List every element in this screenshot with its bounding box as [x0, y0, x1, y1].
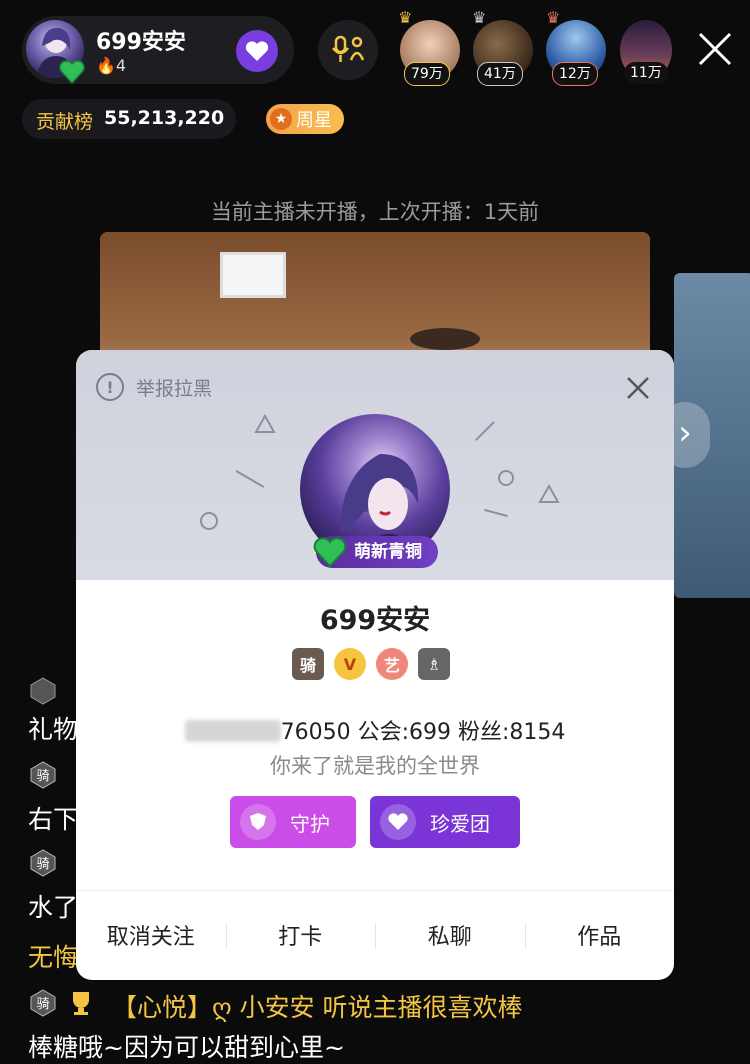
heart-badge-icon	[380, 804, 416, 840]
heart-badge-icon	[245, 41, 269, 61]
mic-link-button[interactable]	[318, 20, 378, 80]
close-icon[interactable]	[696, 30, 734, 68]
offline-status-text: 当前主播未开播，上次开播：1天前	[210, 200, 540, 224]
check-in-button[interactable]: 打卡	[225, 919, 376, 951]
flame-icon: 🔥	[96, 56, 116, 75]
svg-text:骑: 骑	[36, 769, 49, 784]
profile-bio: 你来了就是我的全世界	[270, 754, 480, 778]
decor-circle	[200, 512, 218, 530]
profile-guild: 公会:699	[357, 720, 451, 745]
green-heart-badge-icon	[59, 60, 85, 85]
ride-badge-icon: 骑	[30, 989, 56, 1017]
works-button[interactable]: 作品	[524, 919, 675, 951]
week-star-button[interactable]: ★ 周星	[266, 104, 344, 134]
bottle-badge-icon: ♗	[418, 648, 450, 680]
shield-icon	[240, 804, 276, 840]
svg-text:骑: 骑	[36, 997, 49, 1012]
decor-line	[484, 508, 508, 518]
guard-button[interactable]: 守护	[230, 796, 356, 848]
crown-icon: ♛	[398, 8, 413, 27]
decor-line	[475, 421, 495, 441]
unfollow-button[interactable]: 取消关注	[76, 919, 226, 951]
chat-message: 棒糖哦~因为可以甜到心里~	[28, 1033, 345, 1062]
decor-triangle	[538, 484, 560, 503]
week-star-label: 周星	[296, 110, 332, 131]
svg-text:骑: 骑	[36, 857, 49, 872]
green-heart-badge-icon	[313, 537, 347, 568]
decor-line	[235, 470, 265, 488]
trophy-icon	[73, 992, 89, 1015]
ride-badge-icon: 骑	[30, 761, 56, 789]
ride-badge-icon: 骑	[292, 648, 324, 680]
art-badge-icon: 艺	[376, 648, 408, 680]
microphone-icon	[332, 35, 365, 62]
host-fan-count: 🔥4	[96, 56, 127, 75]
decor-triangle	[254, 414, 276, 433]
guard-label: 守护	[290, 811, 330, 836]
chat-message-highlight: 【心悦】ღ 小安安 听说主播很喜欢棒	[112, 993, 523, 1022]
profile-action-bar: 取消关注 打卡 私聊 作品	[76, 890, 674, 980]
cover-frame-shape	[220, 252, 286, 298]
viewer-contribution-3: 12万	[552, 62, 598, 86]
profile-name: 699安安	[319, 605, 431, 636]
report-block-label: 举报拉黑	[136, 377, 213, 400]
contribution-value: 55,213,220	[104, 107, 225, 129]
chat-message: 礼物	[28, 715, 79, 744]
crown-icon: ♛	[546, 8, 561, 27]
report-block-button[interactable]: ! 举报拉黑	[96, 373, 212, 401]
host-name: 699安安	[96, 30, 186, 55]
decor-circle	[498, 470, 514, 486]
chat-message: 右下	[28, 805, 79, 834]
fan-club-button[interactable]: 珍爱团	[370, 796, 520, 848]
chat-message: 无悔	[28, 943, 79, 972]
star-icon: ★	[270, 108, 292, 130]
profile-badge-row: 骑 V 艺 ♗	[292, 648, 450, 680]
info-icon: !	[96, 373, 124, 401]
fan-club-label: 珍爱团	[430, 811, 490, 836]
crown-icon: ♛	[472, 8, 487, 27]
profile-fans: 粉丝:8154	[458, 720, 566, 745]
profile-stats: 76050 公会:699 粉丝:8154	[76, 714, 674, 746]
blurred-id	[184, 720, 281, 742]
fan-club-button[interactable]	[236, 30, 278, 72]
cover-eye-shape	[410, 328, 480, 350]
vip-badge-icon: V	[334, 648, 366, 680]
profile-card-modal: ! 举报拉黑 萌新青铜 699安安 骑 V 艺 ♗ 76050 公会:699 粉…	[76, 350, 674, 980]
chat-message: 水了	[28, 893, 79, 922]
contribution-label: 贡献榜	[36, 111, 94, 133]
ride-badge-icon: 骑	[30, 849, 56, 877]
profile-id-suffix: 76050	[280, 720, 351, 745]
close-icon[interactable]	[624, 374, 652, 402]
viewer-contribution-4: 11万	[624, 62, 668, 84]
ride-badge-icon	[30, 677, 56, 705]
viewer-contribution-1: 79万	[404, 62, 450, 86]
viewer-contribution-2: 41万	[477, 62, 523, 86]
private-chat-button[interactable]: 私聊	[375, 919, 525, 951]
